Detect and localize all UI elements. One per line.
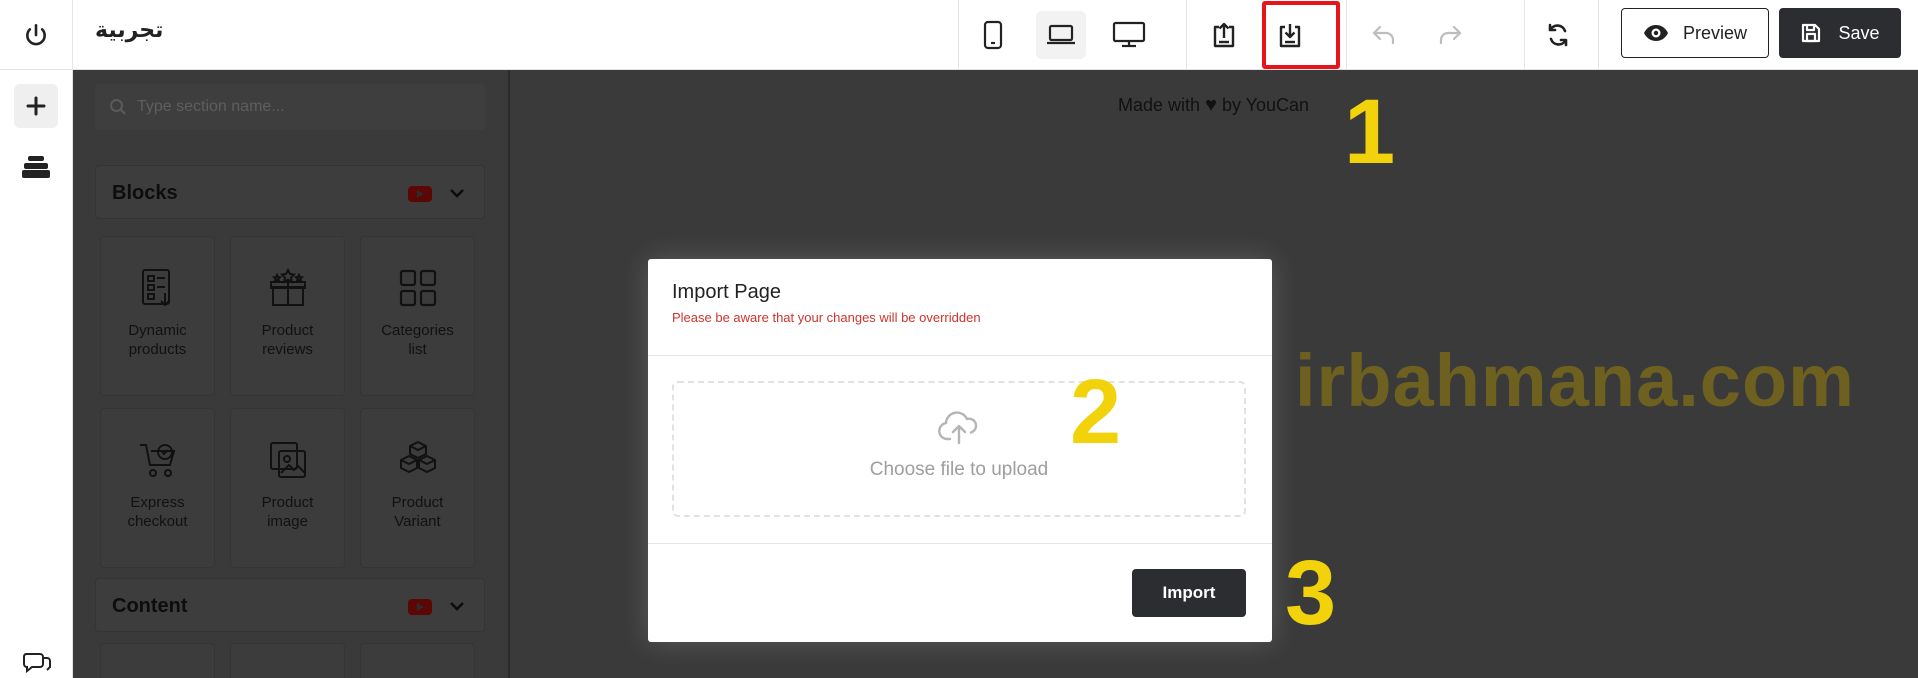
device-switcher	[958, 0, 1163, 70]
block-tile[interactable]: Categories list	[360, 236, 475, 396]
undo-button[interactable]	[1359, 11, 1409, 59]
block-label: Dynamic products	[128, 322, 187, 358]
product-reviews-icon	[269, 267, 306, 306]
desktop-view-button[interactable]	[1104, 11, 1154, 59]
youtube-icon[interactable]	[408, 599, 432, 615]
step-marker-3: 3	[1285, 542, 1337, 644]
youtube-icon[interactable]	[408, 186, 432, 202]
product-image-icon	[269, 442, 306, 478]
preview-button[interactable]: Preview	[1621, 8, 1769, 58]
laptop-view-button[interactable]	[1036, 11, 1086, 59]
chevron-down-icon	[450, 602, 464, 611]
category-label: Content	[112, 595, 188, 617]
category-label: Blocks	[112, 182, 178, 204]
block-label: Express checkout	[127, 494, 188, 530]
power-icon	[26, 23, 46, 46]
redo-icon	[1439, 25, 1462, 45]
mobile-icon	[983, 20, 1003, 50]
save-button[interactable]: Save	[1779, 8, 1901, 58]
layers-icon	[22, 156, 50, 178]
modal-warning: Please be aware that your changes will b…	[672, 310, 981, 325]
block-tile[interactable]: Dynamic products	[100, 236, 215, 396]
block-label: Product Variant	[391, 494, 444, 530]
product-variant-icon	[399, 441, 436, 473]
sections-panel: Type section name... Blocks Dynamic prod…	[73, 70, 510, 678]
top-toolbar: تجربية Preview Save	[0, 0, 1918, 70]
section-search[interactable]: Type section name...	[95, 84, 485, 130]
express-checkout-icon	[139, 444, 175, 477]
refresh-group	[1524, 0, 1591, 70]
block-tile[interactable]: Product image	[230, 408, 345, 568]
block-tile[interactable]: Product reviews	[230, 236, 345, 396]
block-label: Product reviews	[261, 322, 314, 358]
credit-suffix: by YouCan	[1221, 95, 1310, 115]
block-label: Product image	[261, 494, 314, 530]
block-tile[interactable]: Product Variant	[360, 408, 475, 568]
import-button-highlight	[1262, 1, 1340, 69]
plus-icon	[26, 96, 46, 116]
category-blocks[interactable]: Blocks	[95, 165, 485, 219]
block-tile[interactable]	[230, 643, 345, 678]
modal-divider	[648, 543, 1272, 544]
credit-prefix: Made with	[1118, 95, 1201, 115]
category-content[interactable]: Content	[95, 578, 485, 632]
laptop-icon	[1047, 24, 1075, 45]
footer-credit: Made with ♥ by YouCan	[1118, 94, 1309, 117]
content-grid	[100, 643, 480, 678]
step-marker-1: 1	[1344, 81, 1396, 183]
modal-title: Import Page	[672, 281, 781, 303]
refresh-button[interactable]	[1533, 11, 1583, 59]
exit-button[interactable]	[0, 0, 73, 70]
heart-icon: ♥	[1205, 94, 1217, 116]
desktop-icon	[1112, 21, 1146, 48]
search-icon	[110, 99, 126, 115]
preview-label: Preview	[1682, 22, 1748, 43]
search-placeholder: Type section name...	[137, 98, 285, 115]
import-page-modal: Import Page Please be aware that your ch…	[648, 259, 1272, 642]
save-icon	[1802, 23, 1821, 43]
support-chat-icon	[23, 653, 51, 674]
support-button[interactable]	[22, 648, 52, 678]
history-group	[1346, 0, 1483, 70]
page-title: تجربية	[95, 18, 164, 43]
file-dropzone[interactable]: Choose file to upload	[672, 381, 1246, 517]
undo-icon	[1372, 25, 1395, 45]
cloud-upload-icon	[938, 411, 978, 445]
toolbar-divider	[1598, 0, 1599, 70]
block-label: Categories list	[381, 322, 454, 358]
step-marker-2: 2	[1070, 361, 1122, 463]
layers-button[interactable]	[20, 154, 52, 185]
export-page-button[interactable]	[1199, 11, 1249, 59]
chevron-down-icon	[450, 189, 464, 198]
redo-button[interactable]	[1425, 11, 1475, 59]
block-tile[interactable]: Express checkout	[100, 408, 215, 568]
blocks-grid: Dynamic products Product reviews Categor…	[100, 236, 480, 568]
refresh-icon	[1548, 23, 1568, 47]
block-tile[interactable]	[100, 643, 215, 678]
left-rail	[0, 70, 73, 678]
dynamic-products-icon	[141, 269, 170, 307]
dropzone-label: Choose file to upload	[869, 459, 1049, 480]
add-section-button[interactable]	[14, 84, 58, 128]
modal-divider	[648, 355, 1272, 356]
import-button[interactable]: Import	[1132, 569, 1246, 617]
categories-list-icon	[399, 269, 436, 307]
export-icon	[1213, 22, 1235, 48]
eye-icon	[1643, 25, 1668, 41]
block-tile[interactable]	[360, 643, 475, 678]
watermark: irbahmana.com	[1295, 339, 1855, 422]
mobile-view-button[interactable]	[968, 11, 1018, 59]
save-label: Save	[1838, 22, 1880, 43]
